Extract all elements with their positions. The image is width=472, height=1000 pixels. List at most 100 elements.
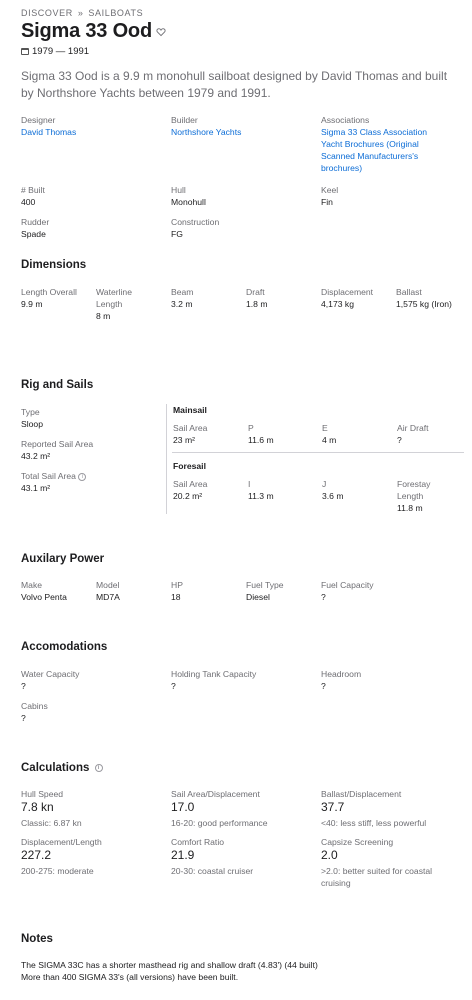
hull-speed-label: Hull Speed bbox=[21, 789, 64, 799]
sa-displacement-field: Sail Area/Displacement 17.0 16-20: good … bbox=[171, 788, 268, 829]
air-draft-label: Air Draft bbox=[397, 423, 429, 433]
associations-label: Associations bbox=[321, 115, 370, 125]
mainsail-e-label: E bbox=[322, 423, 328, 433]
waterline-field: Waterline Length 8 m bbox=[96, 286, 156, 322]
breadcrumb-discover[interactable]: DISCOVER bbox=[21, 8, 73, 18]
page-title: Sigma 33 Ood bbox=[21, 20, 152, 42]
total-sail-area-field: Total Sail Area i 43.1 m² bbox=[21, 470, 87, 494]
ballast-field: Ballast 1,575 kg (Iron) bbox=[396, 286, 452, 310]
builder-field: Builder Northshore Yachts bbox=[171, 114, 241, 138]
info-icon[interactable]: i bbox=[94, 763, 103, 772]
fuel-capacity-label: Fuel Capacity bbox=[321, 580, 374, 590]
air-draft-value: ? bbox=[397, 435, 402, 445]
mainsail-area-field: Sail Area 23 m² bbox=[173, 422, 207, 446]
hp-label: HP bbox=[171, 580, 183, 590]
forestay-field: Forestay Length 11.8 m bbox=[397, 478, 457, 514]
hull-speed-value: 7.8 kn bbox=[21, 800, 54, 814]
holding-tank-field: Holding Tank Capacity ? bbox=[171, 668, 256, 692]
built-label: # Built bbox=[21, 185, 45, 195]
calculations-heading: Calculations bbox=[21, 762, 90, 774]
notes-heading: Notes bbox=[21, 933, 53, 945]
headroom-field: Headroom ? bbox=[321, 668, 361, 692]
draft-label: Draft bbox=[246, 287, 265, 297]
association-link-brochures[interactable]: Yacht Brochures (Original Scanned Manufa… bbox=[321, 138, 451, 174]
displacement-length-value: 227.2 bbox=[21, 848, 52, 862]
foresail-i-label: I bbox=[248, 479, 251, 489]
rig-divider bbox=[166, 404, 167, 514]
mainsail-p-value: 11.6 m bbox=[248, 435, 274, 445]
calendar-icon bbox=[21, 48, 29, 55]
comfort-ratio-note: 20-30: coastal cruiser bbox=[171, 866, 254, 876]
capsize-screening-value: 2.0 bbox=[321, 848, 338, 862]
years-text: 1979 — 1991 bbox=[32, 46, 90, 57]
capsize-screening-note: >2.0: better suited for coastal cruising bbox=[321, 866, 433, 888]
beam-field: Beam 3.2 m bbox=[171, 286, 193, 310]
beam-label: Beam bbox=[171, 287, 194, 297]
hp-value: 18 bbox=[171, 592, 181, 602]
holding-tank-value: ? bbox=[171, 681, 176, 691]
ballast-label: Ballast bbox=[396, 287, 422, 297]
builder-link[interactable]: Northshore Yachts bbox=[171, 126, 241, 138]
hull-value: Monohull bbox=[171, 197, 206, 207]
boat-description: Sigma 33 Ood is a 9.9 m monohull sailboa… bbox=[21, 69, 448, 100]
rig-type-field: Type Sloop bbox=[21, 406, 43, 430]
model-value: MD7A bbox=[96, 592, 120, 602]
forestay-value: 11.8 m bbox=[397, 503, 423, 513]
hull-label: Hull bbox=[171, 185, 186, 195]
built-field: # Built 400 bbox=[21, 184, 45, 208]
foresail-area-label: Sail Area bbox=[173, 479, 208, 489]
comfort-ratio-value: 21.9 bbox=[171, 848, 195, 862]
total-sail-area-label: Total Sail Area bbox=[21, 471, 76, 481]
holding-tank-label: Holding Tank Capacity bbox=[171, 669, 257, 679]
foresail-area-field: Sail Area 20.2 m² bbox=[173, 478, 207, 502]
mainsail-e-field: E 4 m bbox=[322, 422, 336, 446]
displacement-field: Displacement 4,173 kg bbox=[321, 286, 373, 310]
fuel-capacity-value: ? bbox=[321, 592, 326, 602]
built-value: 400 bbox=[21, 197, 36, 207]
mainsail-e-value: 4 m bbox=[322, 435, 337, 445]
calculations-heading-row: Calculations i bbox=[21, 762, 103, 774]
displacement-length-note: 200-275: moderate bbox=[21, 866, 94, 876]
make-field: Make Volvo Penta bbox=[21, 579, 67, 603]
cabins-label: Cabins bbox=[21, 701, 48, 711]
cabins-field: Cabins ? bbox=[21, 700, 48, 724]
reported-sail-area-field: Reported Sail Area 43.2 m² bbox=[21, 438, 93, 462]
rig-type-label: Type bbox=[21, 407, 40, 417]
construction-label: Construction bbox=[171, 217, 220, 227]
rudder-label: Rudder bbox=[21, 217, 50, 227]
waterline-label: Waterline Length bbox=[96, 287, 132, 309]
fuel-type-field: Fuel Type Diesel bbox=[246, 579, 284, 603]
association-link-class[interactable]: Sigma 33 Class Association bbox=[321, 126, 451, 138]
fuel-type-label: Fuel Type bbox=[246, 580, 284, 590]
water-capacity-value: ? bbox=[21, 681, 26, 691]
info-icon[interactable]: i bbox=[78, 472, 87, 481]
breadcrumb-sailboats[interactable]: SAILBOATS bbox=[88, 8, 143, 18]
displacement-label: Displacement bbox=[321, 287, 374, 297]
foresail-j-value: 3.6 m bbox=[322, 491, 344, 501]
construction-field: Construction FG bbox=[171, 216, 219, 240]
reported-sail-area-label: Reported Sail Area bbox=[21, 439, 94, 449]
ballast-displacement-value: 37.7 bbox=[321, 800, 345, 814]
foresail-j-field: J 3.6 m bbox=[322, 478, 344, 502]
accomodations-heading: Accomodations bbox=[21, 641, 108, 653]
beam-value: 3.2 m bbox=[171, 299, 193, 309]
comfort-ratio-label: Comfort Ratio bbox=[171, 837, 225, 847]
ballast-displacement-note: <40: less stiff, less powerful bbox=[321, 818, 427, 828]
keel-value: Fin bbox=[321, 197, 333, 207]
heart-icon[interactable] bbox=[156, 27, 166, 37]
headroom-label: Headroom bbox=[321, 669, 362, 679]
notes-line-1: The SIGMA 33C has a shorter masthead rig… bbox=[21, 960, 318, 970]
designer-link[interactable]: David Thomas bbox=[21, 126, 76, 138]
breadcrumb-separator: » bbox=[77, 8, 84, 18]
hull-speed-note: Classic: 6.87 kn bbox=[21, 818, 82, 828]
length-overall-label: Length Overall bbox=[21, 287, 77, 297]
capsize-screening-field: Capsize Screening 2.0 >2.0: better suite… bbox=[321, 836, 457, 889]
designer-field: Designer David Thomas bbox=[21, 114, 76, 138]
reported-sail-area-value: 43.2 m² bbox=[21, 451, 51, 461]
mainsail-heading: Mainsail bbox=[173, 405, 207, 415]
sa-displacement-value: 17.0 bbox=[171, 800, 195, 814]
displacement-value: 4,173 kg bbox=[321, 299, 354, 309]
notes-line-2: More than 400 SIGMA 33's (all versions) … bbox=[21, 972, 239, 982]
keel-label: Keel bbox=[321, 185, 339, 195]
make-label: Make bbox=[21, 580, 43, 590]
